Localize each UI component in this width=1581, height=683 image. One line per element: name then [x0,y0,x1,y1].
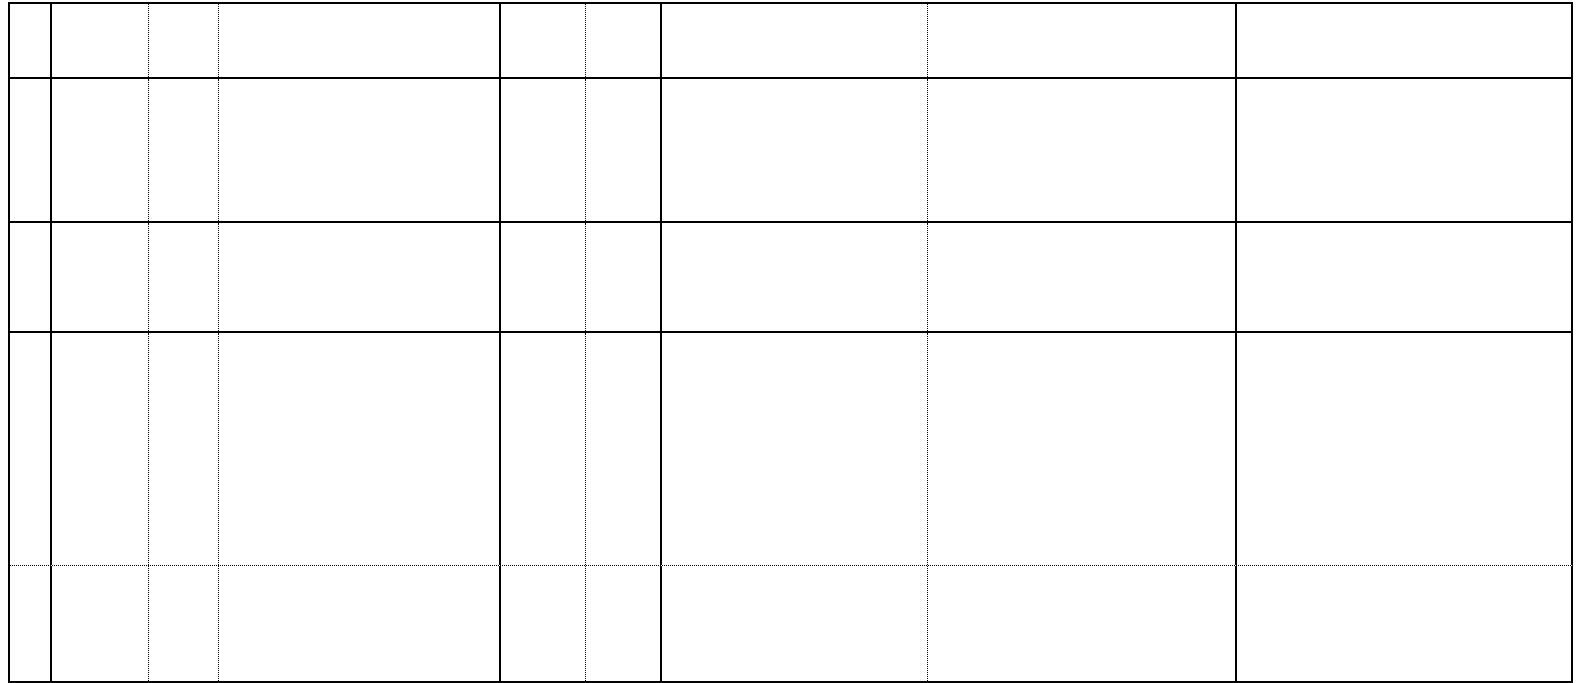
table-cell [662,4,928,77]
table-cell [1237,333,1573,565]
table-cell [501,333,586,565]
table-cell [928,79,1238,221]
table-cell [662,223,928,331]
table-cell [149,79,219,221]
table-cell [219,79,502,221]
table-row [10,4,1573,79]
table-cell [586,566,662,681]
table-cell [52,566,149,681]
table-row [10,566,1573,683]
table-cell [662,333,928,565]
table-cell [1237,566,1573,681]
table-cell [10,79,52,221]
table-cell [1237,79,1573,221]
table-cell [586,4,662,77]
table-cell [586,79,662,221]
table-row [10,223,1573,333]
table-cell [501,79,586,221]
table-row [10,333,1573,566]
table-cell [662,79,928,221]
table-cell [501,4,586,77]
table-cell [10,4,52,77]
table-cell [10,566,52,681]
table-cell [219,223,502,331]
table-cell [219,4,502,77]
table-cell [10,333,52,565]
table-cell [149,4,219,77]
table-cell [52,4,149,77]
table-grid [8,2,1573,683]
table-cell [149,223,219,331]
table-cell [219,566,502,681]
table-cell [149,333,219,565]
table-cell [10,223,52,331]
table-cell [586,223,662,331]
table-cell [219,333,502,565]
table-cell [52,79,149,221]
table-cell [586,333,662,565]
table-cell [928,223,1238,331]
table-cell [928,4,1238,77]
table-cell [928,333,1238,565]
table-cell [662,566,928,681]
table-cell [501,223,586,331]
table-cell [1237,223,1573,331]
table-cell [52,223,149,331]
table-cell [928,566,1238,681]
table-row [10,79,1573,223]
table-cell [149,566,219,681]
table-cell [1237,4,1573,77]
table-cell [501,566,586,681]
table-cell [52,333,149,565]
